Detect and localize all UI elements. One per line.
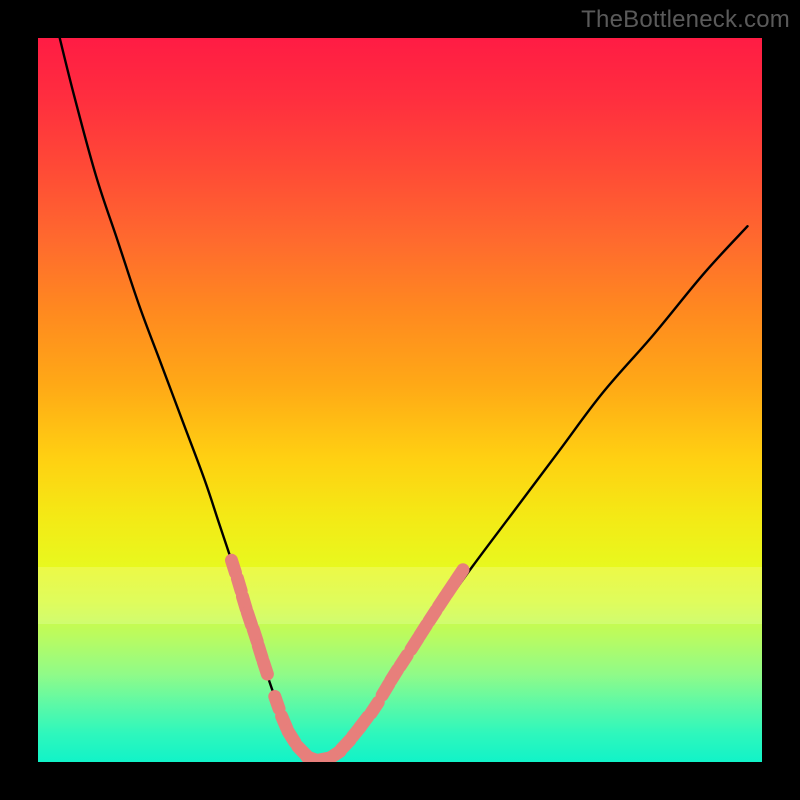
highlight-dot <box>400 655 407 666</box>
chart-svg <box>38 38 762 762</box>
highlight-dot <box>371 702 378 713</box>
highlight-dot <box>247 612 251 624</box>
highlight-dots <box>231 560 462 761</box>
watermark-text: TheBottleneck.com <box>581 6 790 34</box>
highlight-dot <box>456 570 463 581</box>
highlight-dot <box>275 696 279 708</box>
highlight-dot <box>288 731 295 742</box>
highlight-dot <box>231 560 235 572</box>
highlight-dot <box>360 717 368 727</box>
chart-container: TheBottleneck.com <box>0 0 800 800</box>
plot-area <box>38 38 762 762</box>
highlight-dot <box>237 578 241 590</box>
highlight-dot <box>263 662 267 674</box>
